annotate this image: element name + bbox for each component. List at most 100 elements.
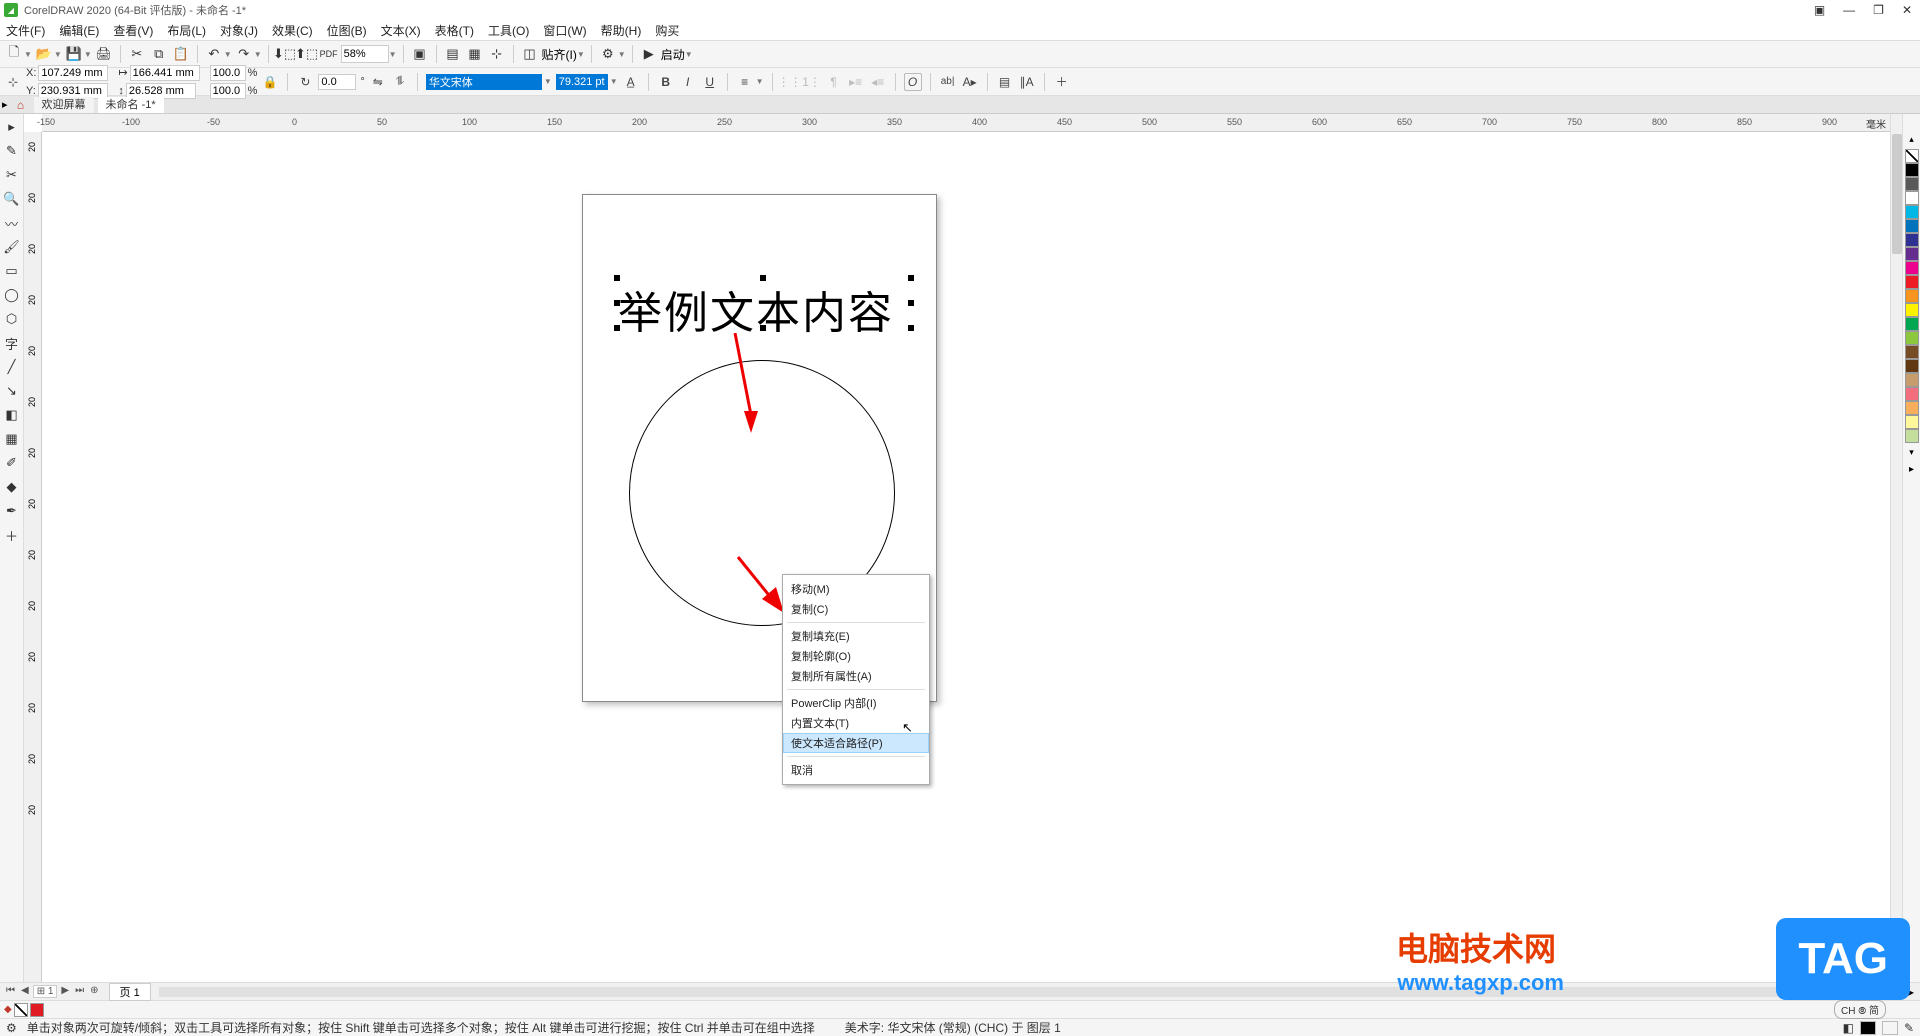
text-direction-icon[interactable]: ab| bbox=[939, 73, 957, 91]
more-tool[interactable]: ＋ bbox=[2, 526, 22, 544]
selection-handle[interactable] bbox=[760, 275, 766, 281]
pick-tool[interactable]: ▸ bbox=[2, 118, 22, 136]
ctx-move[interactable]: 移动(M) bbox=[783, 579, 929, 599]
align-dropdown-icon[interactable]: ▼ bbox=[756, 77, 764, 86]
ctx-copy-outline[interactable]: 复制轮廓(O) bbox=[783, 646, 929, 666]
rulers-button[interactable]: ▤ bbox=[443, 44, 463, 64]
font-size-input[interactable] bbox=[556, 74, 608, 90]
palette-down-icon[interactable]: ▾ bbox=[1909, 447, 1914, 458]
swatch[interactable] bbox=[1905, 261, 1919, 275]
scale-x-input[interactable] bbox=[210, 65, 246, 81]
swatch[interactable] bbox=[1905, 345, 1919, 359]
menu-help[interactable]: 帮助(H) bbox=[601, 22, 642, 39]
fontsize-dropdown-icon[interactable]: ▼ bbox=[610, 77, 618, 86]
launch-icon[interactable]: ▶ bbox=[639, 44, 659, 64]
swatch[interactable] bbox=[1905, 247, 1919, 261]
text-a-icon[interactable]: A▸ bbox=[961, 73, 979, 91]
color-well-icon[interactable]: ◧ bbox=[1843, 1021, 1854, 1035]
swatch[interactable] bbox=[1905, 359, 1919, 373]
scrollbar-thumb[interactable] bbox=[1892, 134, 1902, 254]
swatch[interactable] bbox=[1905, 233, 1919, 247]
swatch[interactable] bbox=[1905, 289, 1919, 303]
menu-buy[interactable]: 购买 bbox=[655, 22, 679, 39]
snap-label[interactable]: 贴齐(I) bbox=[542, 46, 577, 63]
selection-handle[interactable] bbox=[908, 275, 914, 281]
fill-tool[interactable]: ◆ bbox=[2, 478, 22, 496]
selection-handle[interactable] bbox=[614, 325, 620, 331]
ctx-copy-all[interactable]: 复制所有属性(A) bbox=[783, 666, 929, 686]
x-input[interactable] bbox=[38, 65, 108, 81]
menu-bitmap[interactable]: 位图(B) bbox=[327, 22, 367, 39]
rotation-input[interactable] bbox=[318, 74, 356, 90]
indent-dec-icon[interactable]: ◂≡ bbox=[869, 73, 887, 91]
last-page-icon[interactable]: ⏭ bbox=[73, 985, 86, 998]
outline-tool[interactable]: ✒ bbox=[2, 502, 22, 520]
prev-page-icon[interactable]: ◀ bbox=[19, 985, 31, 998]
swatch[interactable] bbox=[1905, 373, 1919, 387]
menu-object[interactable]: 对象(J) bbox=[220, 22, 258, 39]
tool-hint-icon[interactable]: ✎ bbox=[1904, 1021, 1914, 1035]
language-indicator[interactable]: CH ⦾ 简 bbox=[1834, 1000, 1886, 1019]
palette-menu-icon[interactable]: ▸ bbox=[1909, 464, 1914, 475]
new-button[interactable]: 🗋 bbox=[4, 44, 24, 64]
guides-button[interactable]: ⊹ bbox=[487, 44, 507, 64]
swatch[interactable] bbox=[1905, 415, 1919, 429]
swatch[interactable] bbox=[1905, 177, 1919, 191]
menu-view[interactable]: 查看(V) bbox=[113, 22, 153, 39]
undo-dropdown-icon[interactable]: ▼ bbox=[224, 50, 232, 59]
ruler-vertical[interactable]: 2020202020202020202020202020 bbox=[24, 132, 42, 982]
file-tab[interactable]: 未命名 -1* bbox=[98, 97, 164, 113]
snap-dropdown-icon[interactable]: ▼ bbox=[577, 50, 585, 59]
ctx-powerclip[interactable]: PowerClip 内部(I) bbox=[783, 693, 929, 713]
copy-button[interactable]: ⧉ bbox=[149, 44, 169, 64]
parallel-dim-tool[interactable]: ╱ bbox=[2, 358, 22, 376]
rectangle-tool[interactable]: ▭ bbox=[2, 262, 22, 280]
ellipse-tool[interactable]: ◯ bbox=[2, 286, 22, 304]
swatch[interactable] bbox=[1905, 317, 1919, 331]
fullscreen-button[interactable]: ▣ bbox=[410, 44, 430, 64]
open-dropdown-icon[interactable]: ▼ bbox=[54, 50, 62, 59]
open-button[interactable]: 📂 bbox=[34, 44, 54, 64]
numlist-icon[interactable]: 1⋮ bbox=[803, 73, 821, 91]
ctx-cancel[interactable]: 取消 bbox=[783, 760, 929, 780]
menu-layout[interactable]: 布局(L) bbox=[167, 22, 206, 39]
page-tab[interactable]: 页 1 bbox=[109, 983, 151, 1001]
dropcap-icon[interactable]: ¶ bbox=[825, 73, 843, 91]
crop-tool[interactable]: ✂ bbox=[2, 166, 22, 184]
vertical-scrollbar[interactable] bbox=[1890, 114, 1902, 982]
connector-tool[interactable]: ↘ bbox=[2, 382, 22, 400]
import-button[interactable]: ⬇⬚ bbox=[275, 44, 295, 64]
align-icon[interactable]: ≡ bbox=[736, 73, 754, 91]
bold-icon[interactable]: B bbox=[657, 73, 675, 91]
menu-tools[interactable]: 工具(O) bbox=[488, 22, 529, 39]
swatch-none[interactable] bbox=[1905, 149, 1919, 163]
menu-effects[interactable]: 效果(C) bbox=[272, 22, 313, 39]
selection-handle[interactable] bbox=[908, 300, 914, 306]
selection-handle[interactable] bbox=[614, 275, 620, 281]
welcome-tab[interactable]: 欢迎屏幕 bbox=[34, 97, 94, 113]
scale-y-input[interactable] bbox=[210, 83, 246, 99]
indent-inc-icon[interactable]: ▸≡ bbox=[847, 73, 865, 91]
redo-dropdown-icon[interactable]: ▼ bbox=[254, 50, 262, 59]
font-name-input[interactable] bbox=[426, 74, 542, 90]
maximize-button[interactable]: ❐ bbox=[1869, 3, 1888, 17]
swatch[interactable] bbox=[1905, 303, 1919, 317]
mirror-h-icon[interactable]: ⇋ bbox=[369, 73, 387, 91]
mirror-v-icon[interactable]: ⥮ bbox=[391, 73, 409, 91]
artistic-tool[interactable]: 🖌 bbox=[2, 238, 22, 256]
swatch[interactable] bbox=[1905, 275, 1919, 289]
print-button[interactable]: 🖨 bbox=[94, 44, 114, 64]
gear-icon[interactable]: ⚙ bbox=[6, 1021, 17, 1035]
shape-tool[interactable]: ✎ bbox=[2, 142, 22, 160]
add-button[interactable]: ＋ bbox=[1053, 73, 1071, 91]
launch-label[interactable]: 启动 bbox=[661, 46, 685, 63]
polygon-tool[interactable]: ⬡ bbox=[2, 310, 22, 328]
fill-color-indicator[interactable] bbox=[1860, 1021, 1876, 1035]
export-button[interactable]: ⬆⬚ bbox=[297, 44, 317, 64]
zoom-tool[interactable]: 🔍 bbox=[2, 190, 22, 208]
next-page-icon[interactable]: ▶ bbox=[59, 985, 71, 998]
menu-table[interactable]: 表格(T) bbox=[435, 22, 474, 39]
variable-font-icon[interactable]: O bbox=[904, 73, 922, 91]
ctx-copy-fill[interactable]: 复制填充(E) bbox=[783, 626, 929, 646]
save-dropdown-icon[interactable]: ▼ bbox=[84, 50, 92, 59]
